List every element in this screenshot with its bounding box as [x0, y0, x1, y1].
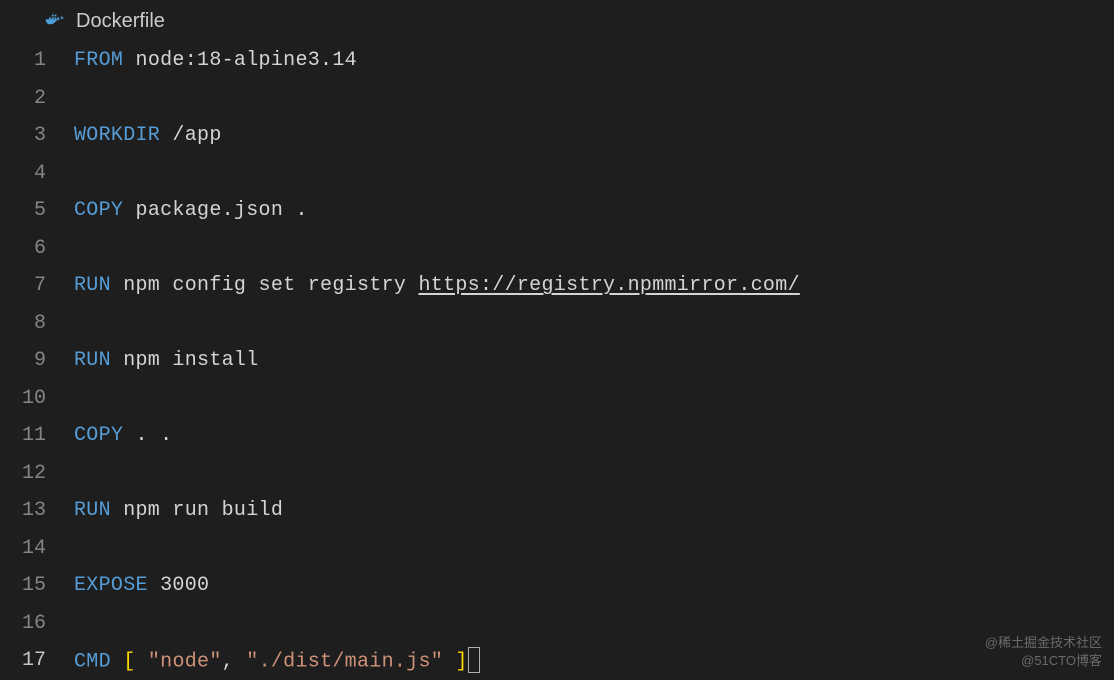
- line-number: 2: [0, 87, 74, 110]
- token-bracket: ]: [455, 650, 467, 673]
- token-text: [443, 650, 455, 673]
- code-line[interactable]: 16: [0, 605, 1114, 643]
- code-line[interactable]: 4: [0, 155, 1114, 193]
- token-bracket: [: [123, 650, 135, 673]
- line-number: 13: [0, 499, 74, 522]
- line-content[interactable]: CMD [ "node", "./dist/main.js" ]: [74, 649, 480, 673]
- line-number: 17: [0, 649, 74, 672]
- token-link[interactable]: https://registry.npmmirror.com/: [418, 274, 799, 297]
- token-keyword: EXPOSE: [74, 574, 148, 597]
- line-content[interactable]: EXPOSE 3000: [74, 574, 209, 597]
- line-content[interactable]: WORKDIR /app: [74, 124, 222, 147]
- watermark-line-2: @51CTO博客: [985, 652, 1102, 670]
- code-line[interactable]: 6: [0, 230, 1114, 268]
- code-line[interactable]: 5COPY package.json .: [0, 192, 1114, 230]
- line-content[interactable]: RUN npm config set registry https://regi…: [74, 274, 800, 297]
- token-keyword: RUN: [74, 499, 111, 522]
- token-text: package.json .: [123, 199, 308, 222]
- token-text: npm config set registry: [111, 274, 419, 297]
- line-number: 4: [0, 162, 74, 185]
- line-number: 11: [0, 424, 74, 447]
- code-line[interactable]: 2: [0, 80, 1114, 118]
- code-line[interactable]: 7RUN npm config set registry https://reg…: [0, 267, 1114, 305]
- line-number: 6: [0, 237, 74, 260]
- token-keyword: RUN: [74, 349, 111, 372]
- line-number: 14: [0, 537, 74, 560]
- code-line[interactable]: 11COPY . .: [0, 417, 1114, 455]
- line-content[interactable]: COPY . .: [74, 424, 172, 447]
- line-number: 10: [0, 387, 74, 410]
- watermark-line-1: @稀土掘金技术社区: [985, 634, 1102, 652]
- line-number: 5: [0, 199, 74, 222]
- token-keyword: CMD: [74, 650, 111, 673]
- line-number: 9: [0, 349, 74, 372]
- code-line[interactable]: 14: [0, 530, 1114, 568]
- token-text: [136, 650, 148, 673]
- token-keyword: FROM: [74, 49, 123, 72]
- line-number: 8: [0, 312, 74, 335]
- tab-bar: Dockerfile: [0, 0, 1114, 38]
- code-line[interactable]: 1FROM node:18-alpine3.14: [0, 42, 1114, 80]
- code-line[interactable]: 10: [0, 380, 1114, 418]
- line-content[interactable]: RUN npm install: [74, 349, 259, 372]
- code-line[interactable]: 12: [0, 455, 1114, 493]
- token-text: npm run build: [111, 499, 283, 522]
- token-text: ,: [222, 650, 247, 673]
- code-line[interactable]: 3WORKDIR /app: [0, 117, 1114, 155]
- cursor: [468, 647, 480, 673]
- line-content[interactable]: COPY package.json .: [74, 199, 308, 222]
- code-line[interactable]: 17CMD [ "node", "./dist/main.js" ]: [0, 642, 1114, 680]
- line-number: 16: [0, 612, 74, 635]
- watermark: @稀土掘金技术社区 @51CTO博客: [985, 634, 1102, 670]
- token-keyword: RUN: [74, 274, 111, 297]
- token-keyword: COPY: [74, 199, 123, 222]
- code-line[interactable]: 13RUN npm run build: [0, 492, 1114, 530]
- code-line[interactable]: 8: [0, 305, 1114, 343]
- docker-icon: [44, 10, 66, 32]
- line-number: 3: [0, 124, 74, 147]
- line-content[interactable]: RUN npm run build: [74, 499, 283, 522]
- code-line[interactable]: 15EXPOSE 3000: [0, 567, 1114, 605]
- line-content[interactable]: FROM node:18-alpine3.14: [74, 49, 357, 72]
- token-keyword: COPY: [74, 424, 123, 447]
- token-string: "node": [148, 650, 222, 673]
- line-number: 1: [0, 49, 74, 72]
- token-text: node:18-alpine3.14: [123, 49, 357, 72]
- line-number: 7: [0, 274, 74, 297]
- tab-title[interactable]: Dockerfile: [76, 10, 165, 33]
- code-line[interactable]: 9RUN npm install: [0, 342, 1114, 380]
- token-text: [111, 650, 123, 673]
- token-text: . .: [123, 424, 172, 447]
- token-string: "./dist/main.js": [246, 650, 443, 673]
- token-text: /app: [160, 124, 222, 147]
- token-keyword: WORKDIR: [74, 124, 160, 147]
- code-editor[interactable]: 1FROM node:18-alpine3.1423WORKDIR /app45…: [0, 38, 1114, 680]
- token-text: 3000: [148, 574, 210, 597]
- token-text: npm install: [111, 349, 259, 372]
- line-number: 12: [0, 462, 74, 485]
- line-number: 15: [0, 574, 74, 597]
